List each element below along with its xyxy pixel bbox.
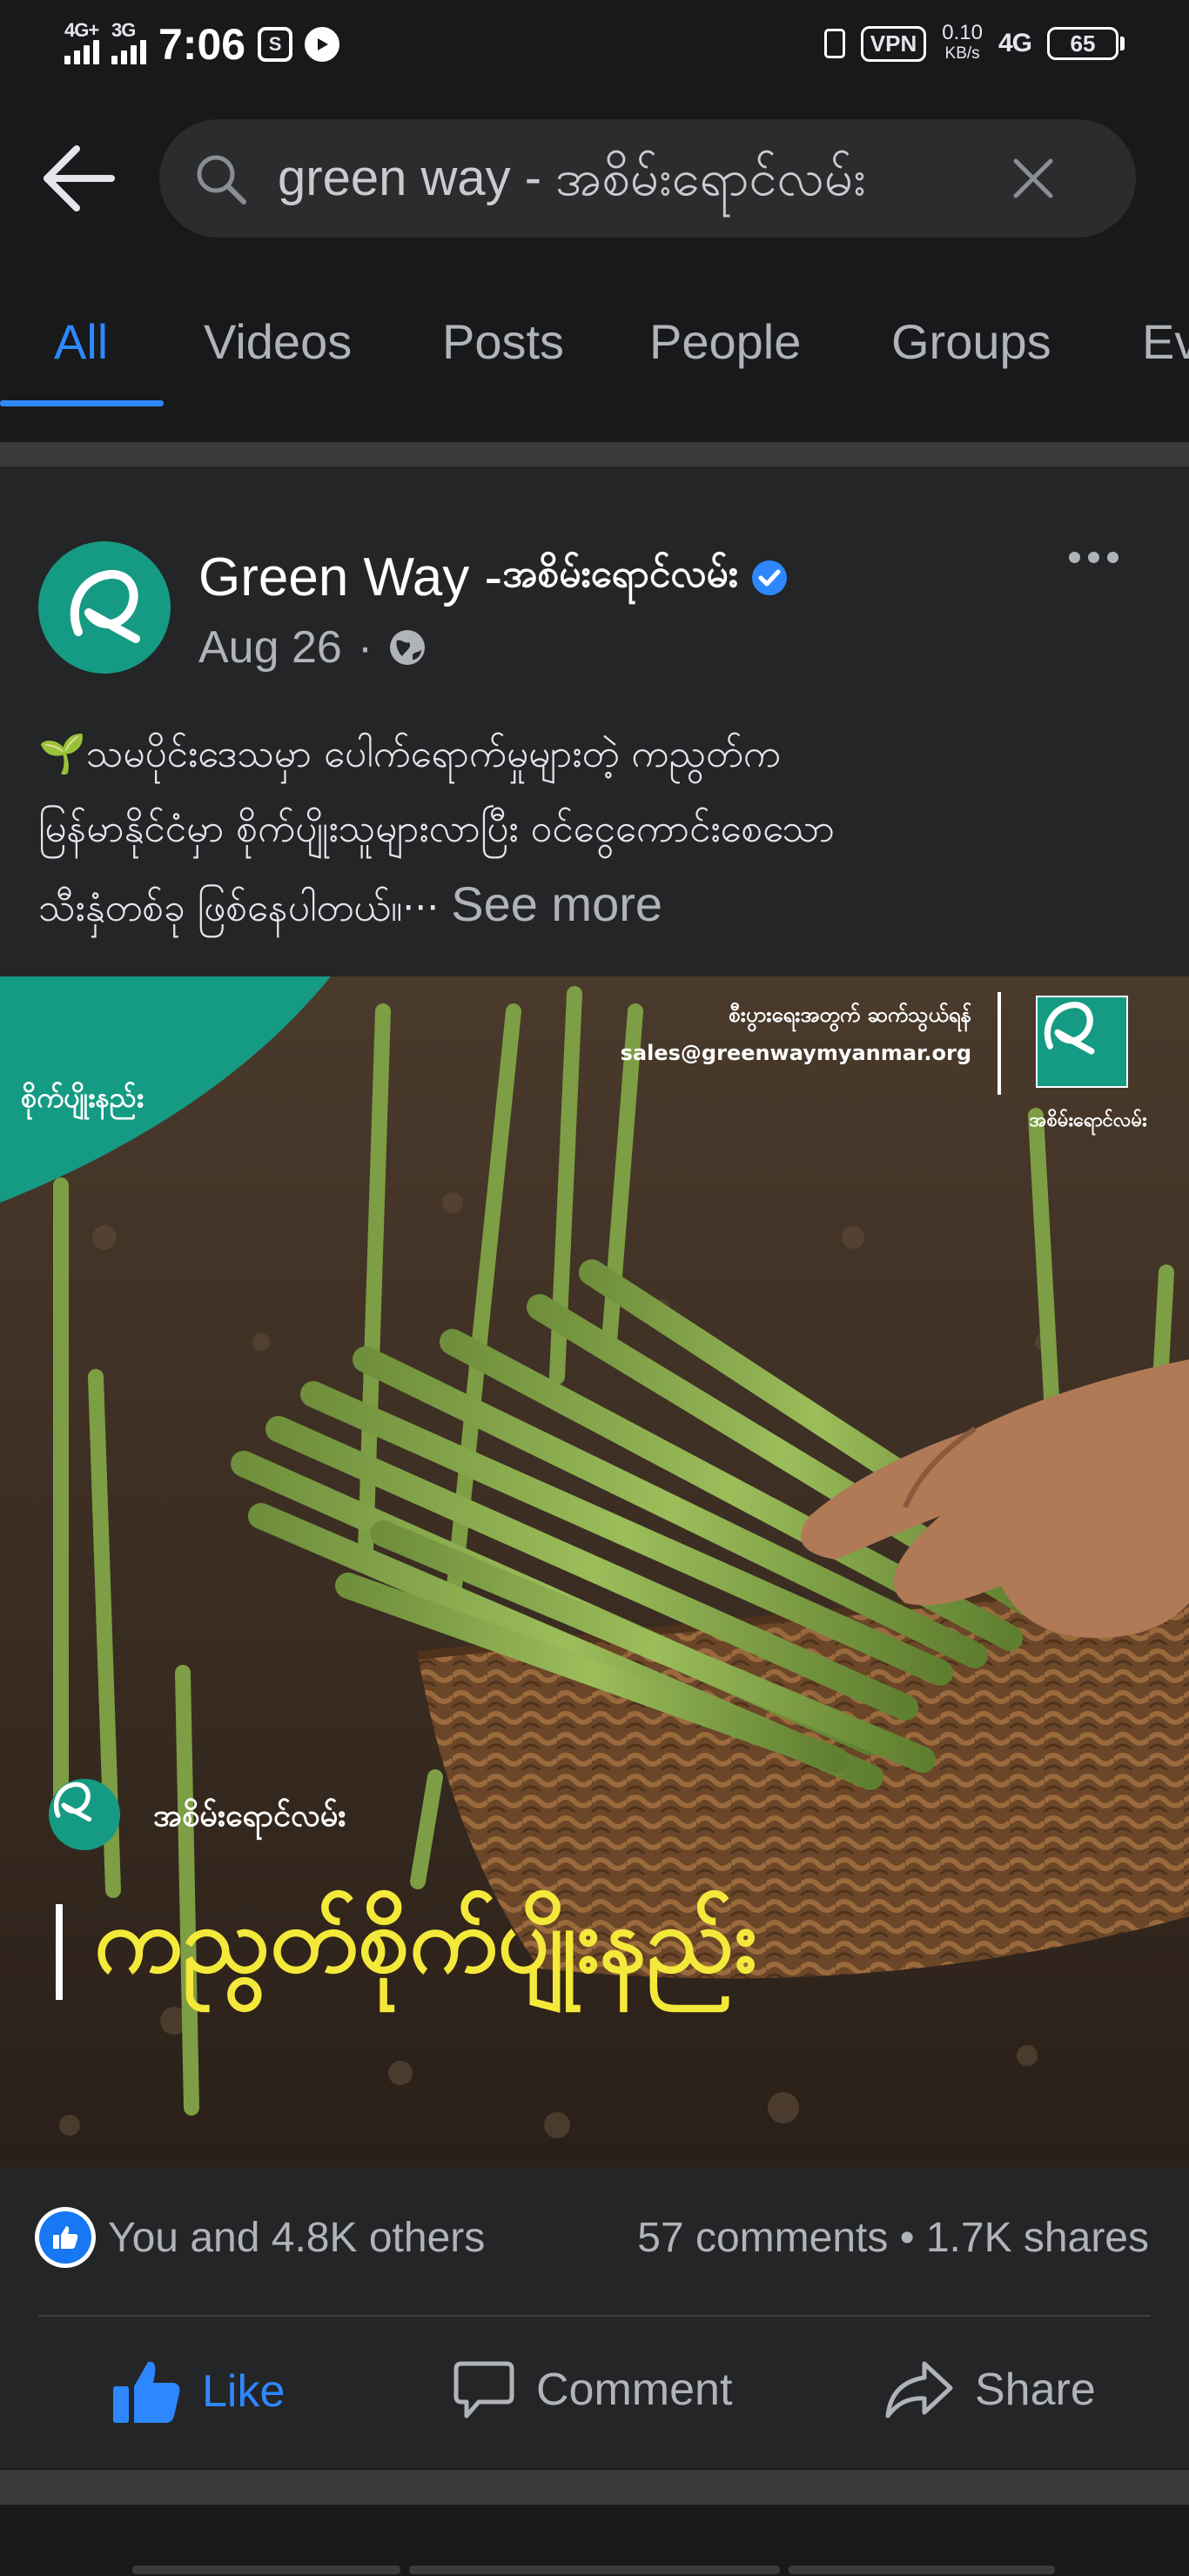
share-icon xyxy=(885,2361,953,2418)
clock: 7:06 xyxy=(158,20,246,69)
status-bar: 4G+ 3G 7:06 S VPN 0.10 KB/s 4G 65 xyxy=(0,0,1189,96)
verified-badge-icon xyxy=(751,560,787,595)
dot-separator: · xyxy=(357,622,373,673)
post-text-line-3: သီးနှံတစ်ခု ဖြစ်နေပါတယ်။··· xyxy=(38,886,452,930)
corner-label: စိုက်ပျိုးနည်း xyxy=(21,1081,144,1114)
tab-people[interactable]: People xyxy=(649,313,801,370)
thumbs-up-icon xyxy=(113,2361,180,2423)
image-title: ကညွတ်စိုက်ပျိုးနည်း xyxy=(94,1887,757,1993)
page-name[interactable]: Green Way - အစိမ်းရောင်လမ်း xyxy=(198,547,789,608)
active-tab-indicator xyxy=(0,400,164,406)
tab-posts[interactable]: Posts xyxy=(442,313,564,370)
contact-info: စီးပွားရေးအတွက် ဆက်သွယ်ရန် sales@greenwa… xyxy=(621,996,971,1072)
like-button[interactable]: Like xyxy=(111,2358,285,2425)
post-text-line-1: 🌱သမပိုင်းဒေသမှာ ပေါက်ရောက်မှုများတဲ့ ကညွ… xyxy=(38,732,781,776)
search-bar[interactable]: green way - အစိမ်းရောင်လမ်း xyxy=(159,119,1136,238)
signal-2: 3G xyxy=(111,19,146,64)
page-name-en: Green Way - xyxy=(198,547,503,607)
reactions-count[interactable]: You and 4.8K others xyxy=(108,2214,485,2262)
post-image[interactable]: စိုက်ပျိုးနည်း စီးပွားရေးအတွက် ဆက်သွယ်ရန… xyxy=(0,976,1189,2167)
title-accent-bar xyxy=(56,1904,63,2000)
contact-email: sales@greenwaymyanmar.org xyxy=(620,1041,971,1065)
next-content-placeholder xyxy=(0,2524,1189,2576)
search-icon xyxy=(194,152,248,211)
post-actions: Like Comment Share xyxy=(0,2317,1189,2465)
like-reaction-icon[interactable] xyxy=(35,2207,96,2268)
brand-logo-icon xyxy=(1036,996,1128,1088)
net-speed: 0.10 KB/s xyxy=(942,23,983,64)
net-speed-unit: KB/s xyxy=(944,44,980,63)
network-type-3: 4G xyxy=(998,29,1032,57)
tab-events[interactable]: Ev xyxy=(1142,313,1189,370)
network-type-1: 4G+ xyxy=(64,19,99,41)
comment-label: Comment xyxy=(536,2365,733,2415)
post-text: 🌱သမပိုင်းဒေသမှာ ပေါက်ရောက်မှုများတဲ့ ကညွ… xyxy=(38,717,1152,946)
engagement-counts: 57 comments • 1.7K shares xyxy=(637,2214,1149,2262)
play-icon xyxy=(305,27,340,62)
like-label: Like xyxy=(202,2366,285,2417)
section-divider xyxy=(0,442,1189,466)
more-options-icon[interactable] xyxy=(1069,552,1118,563)
search-input[interactable]: green way - အစိမ်းရောင်လမ်း xyxy=(278,119,866,238)
dot-separator: • xyxy=(899,2215,926,2261)
globe-icon xyxy=(390,630,426,665)
feed-divider xyxy=(0,2470,1189,2505)
post-card: Green Way - အစိမ်းရောင်လမ်း Aug 26 · 🌱သမ… xyxy=(0,466,1189,2468)
search-filter-tabs: All Videos Posts People Groups Ev xyxy=(0,287,1189,409)
contact-divider xyxy=(998,992,1001,1095)
network-type-2: 3G xyxy=(111,19,136,41)
vibrate-icon xyxy=(823,29,845,58)
tab-groups[interactable]: Groups xyxy=(891,313,1051,370)
post-date[interactable]: Aug 26 xyxy=(198,621,342,674)
battery-icon: 65 xyxy=(1047,27,1125,60)
share-label: Share xyxy=(975,2365,1096,2415)
logo-caption: အစိမ်းရောင်လမ်း xyxy=(1029,1110,1147,1131)
image-brand-name: အစိမ်းရောင်လမ်း xyxy=(153,1798,346,1834)
shares-count[interactable]: 1.7K shares xyxy=(926,2215,1149,2261)
comment-icon xyxy=(453,2361,514,2418)
back-arrow-icon[interactable] xyxy=(42,144,120,213)
vpn-badge: VPN xyxy=(860,25,927,62)
tab-videos[interactable]: Videos xyxy=(204,313,352,370)
green-way-logo-icon xyxy=(70,570,140,643)
comment-button[interactable]: Comment xyxy=(453,2358,732,2421)
battery-level: 65 xyxy=(1047,27,1118,60)
reactions-summary: You and 4.8K others 57 comments • 1.7K s… xyxy=(0,2167,1189,2306)
see-more-link[interactable]: See more xyxy=(451,876,662,931)
signal-1: 4G+ xyxy=(64,19,99,64)
page-avatar[interactable] xyxy=(38,541,171,674)
comments-count[interactable]: 57 comments xyxy=(637,2215,888,2261)
tab-all[interactable]: All xyxy=(54,313,108,370)
share-button[interactable]: Share xyxy=(884,2358,1096,2421)
page-name-mm: အစိမ်းရောင်လမ်း xyxy=(502,551,738,596)
mini-brand-logo-icon xyxy=(49,1779,120,1850)
contact-line-1: စီးပွားရေးအတွက် ဆက်သွယ်ရန် xyxy=(729,1003,971,1027)
screenshot-icon: S xyxy=(258,27,293,62)
post-text-line-2: မြန်မာနိုင်ငံမှာ စိုက်ပျိုးသူများလာပြီး … xyxy=(38,807,835,851)
net-speed-value: 0.10 xyxy=(942,21,983,44)
post-meta: Aug 26 · xyxy=(198,621,427,674)
clear-search-icon[interactable] xyxy=(1012,158,1054,204)
